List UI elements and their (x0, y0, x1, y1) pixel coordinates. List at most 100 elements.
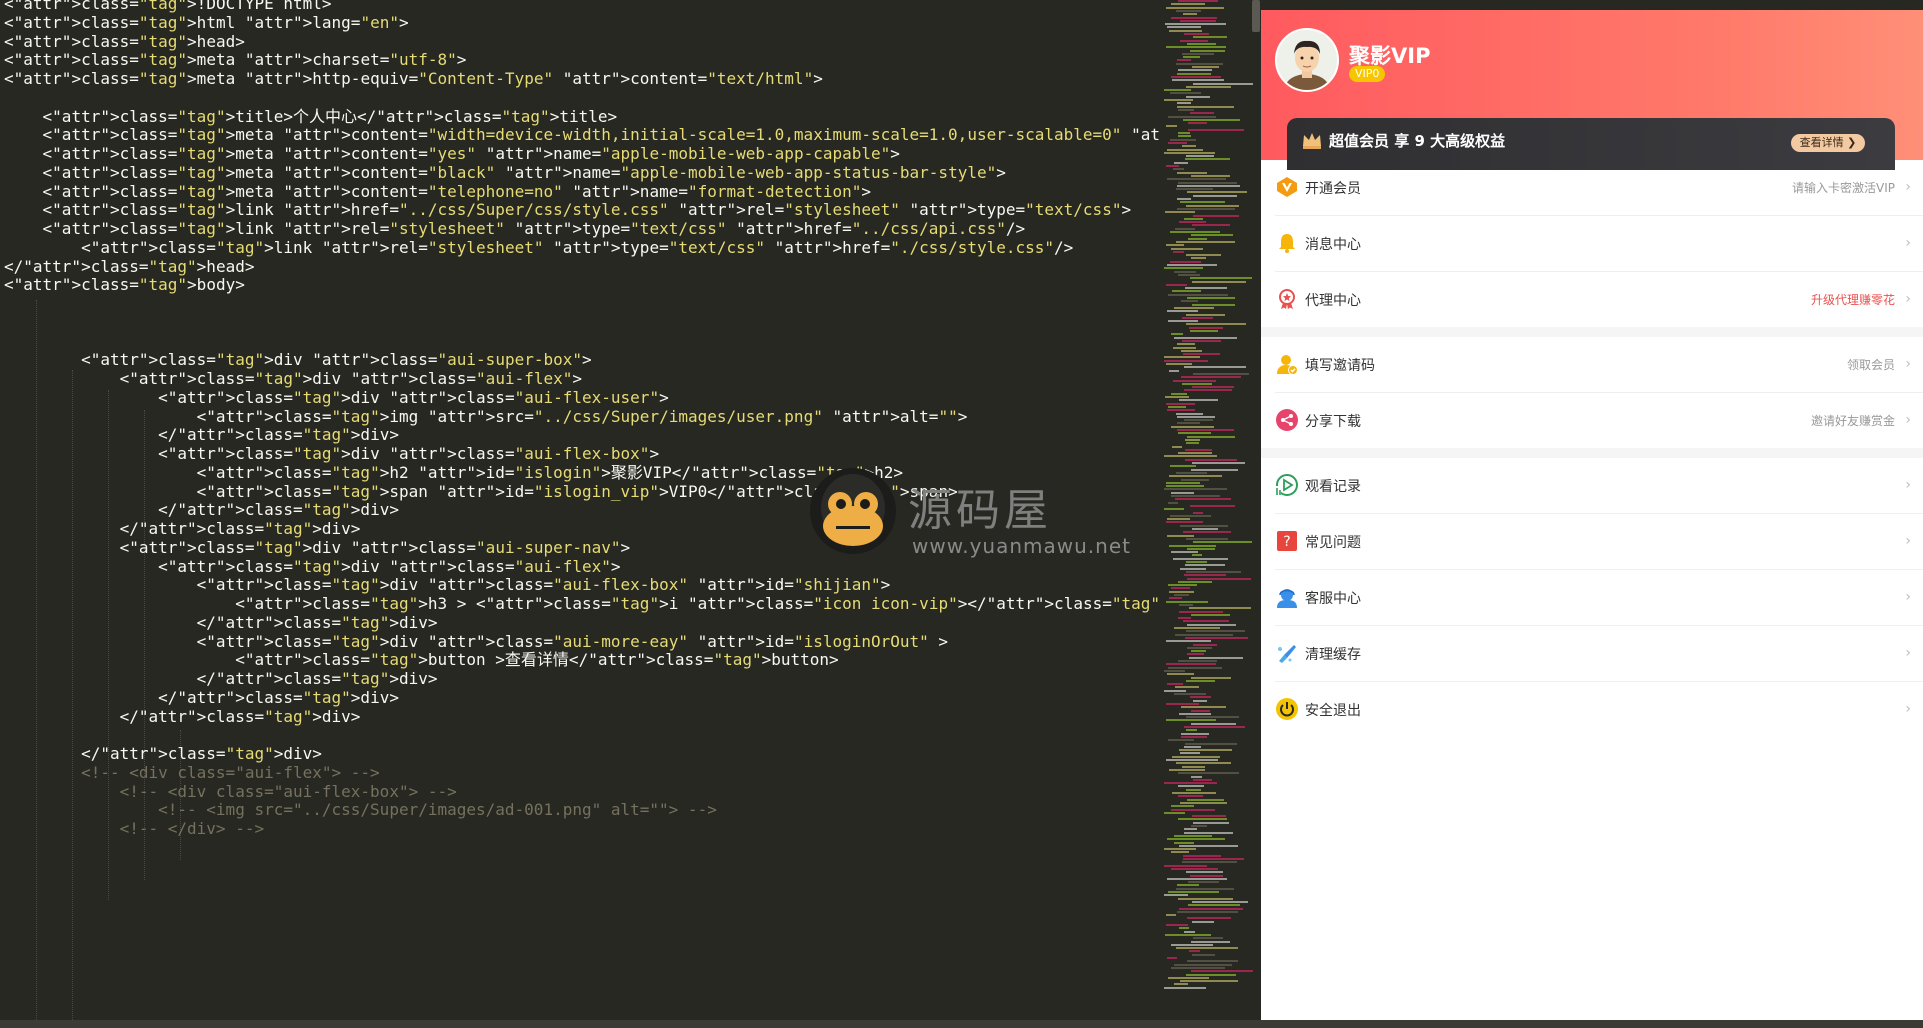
menu-item-faq[interactable]: ? 常见问题 › (1275, 514, 1923, 570)
minimap-line (1192, 303, 1235, 306)
minimap-line (1173, 379, 1216, 382)
minimap-line (1178, 795, 1203, 798)
minimap-line (1185, 564, 1225, 567)
avatar[interactable] (1275, 28, 1339, 92)
menu-item-history[interactable]: 观看记录 › (1275, 458, 1923, 514)
minimap-line (1166, 914, 1176, 917)
minimap-line (1167, 673, 1194, 676)
minimap-line (1193, 372, 1249, 375)
minimap-line (1168, 501, 1178, 504)
menu-item-share[interactable]: 分享下载 邀请好友赚赏金 › (1275, 393, 1923, 448)
minimap-line (1164, 782, 1217, 785)
menu-item-open-vip[interactable]: 开通会员 请输入卡密激活VIP › (1275, 160, 1923, 216)
minimap-line (1187, 435, 1235, 438)
minimap-line (1183, 858, 1244, 860)
minimap-line (1164, 894, 1188, 897)
minimap-line (1164, 986, 1206, 989)
minimap-line (1189, 607, 1251, 610)
minimap-line (1164, 151, 1215, 154)
minimap-line (1166, 46, 1226, 49)
minimap-line (1169, 768, 1205, 771)
minimap-line (1167, 534, 1194, 537)
code-line[interactable]: <!-- </div> --> (4, 817, 265, 840)
minimap-line (1183, 854, 1221, 857)
minimap-line (1186, 204, 1239, 207)
minimap-line (1164, 669, 1185, 672)
chevron-right-icon: › (1905, 356, 1911, 372)
code-line[interactable]: <"attr">class="tag">body> (4, 273, 245, 296)
minimap-line (1192, 900, 1248, 903)
minimap-line (1171, 16, 1217, 19)
minimap-line (1191, 970, 1253, 973)
minimap-line (1193, 821, 1229, 824)
minimap-line (1193, 643, 1217, 646)
minimap-line (1177, 343, 1195, 346)
minimap-line (1184, 930, 1195, 933)
minimap-line (1185, 287, 1227, 290)
minimap-line (1178, 69, 1212, 72)
minimap-line (1168, 584, 1197, 587)
minimap-line (1178, 135, 1191, 138)
minimap-line (1178, 273, 1200, 276)
menu-item-label: 安全退出 (1305, 703, 1361, 719)
minimap-line (1168, 405, 1186, 408)
minimap-line (1174, 693, 1206, 695)
minimap-line (1171, 587, 1190, 590)
view-details-button[interactable]: 查看详情 ❯ (1791, 134, 1865, 152)
minimap-line (1164, 89, 1191, 92)
minimap-line (1167, 683, 1183, 686)
mobile-preview: 聚影VIP VIP0 超值会员 享 9 大高级权益 查看详情 ❯ 开通会员 请输入… (1261, 10, 1923, 1020)
minimap-line (1193, 937, 1223, 940)
minimap-line (1168, 739, 1194, 742)
minimap-line (1166, 719, 1216, 722)
minimap-line (1167, 148, 1203, 151)
minimap-line (1180, 980, 1238, 983)
menu-item-clear-cache[interactable]: 清理缓存 › (1275, 626, 1923, 682)
minimap-line (1166, 759, 1218, 761)
minimap-line (1183, 56, 1200, 59)
chevron-right-icon: › (1905, 533, 1911, 549)
minimap-line (1164, 848, 1196, 851)
menu-item-agent[interactable]: 代理中心 升级代理赚零花 › (1275, 272, 1923, 327)
minimap-line (1184, 831, 1233, 834)
minimap-line (1179, 927, 1189, 930)
minimap-line (1176, 240, 1235, 243)
minimap-line (1174, 270, 1196, 273)
minimap-line (1175, 227, 1195, 230)
minimap-line (1180, 201, 1225, 204)
minimap-line (1182, 52, 1214, 55)
minimap-line (1187, 653, 1204, 656)
menu-item-invite-code[interactable]: 填写邀请码 领取会员 › (1275, 337, 1923, 393)
menu-item-logout[interactable]: 安全退出 › (1275, 682, 1923, 737)
minimap-line (1166, 165, 1179, 167)
minimap-line (1174, 336, 1237, 339)
minimap-line (1166, 485, 1204, 488)
minimap-line (1167, 264, 1217, 266)
minimap-line (1164, 811, 1185, 814)
minimap-line (1182, 145, 1196, 148)
minimap-line (1184, 574, 1226, 577)
minimap-line (1181, 376, 1241, 379)
code-line[interactable]: </"attr">class="tag">div> (4, 705, 361, 728)
minimap-line (1176, 762, 1231, 765)
menu-item-label: 填写邀请码 (1305, 358, 1375, 374)
menu-item-service[interactable]: 客服中心 › (1275, 570, 1923, 626)
minimap-line (1177, 422, 1200, 425)
minimap-line (1189, 950, 1200, 953)
minimap-line (1174, 963, 1232, 966)
minimap-line (1193, 82, 1253, 85)
minimap-line (1164, 267, 1203, 270)
minimap-line (1170, 92, 1201, 95)
watermark-monkey-icon (808, 466, 898, 556)
minimap-line (1178, 818, 1227, 821)
minimap-line (1165, 23, 1226, 26)
menu-item-messages[interactable]: 消息中心 › (1275, 216, 1923, 272)
code-minimap[interactable] (1160, 0, 1260, 1028)
minimap-line (1170, 231, 1220, 233)
editor-scrollbar[interactable] (1252, 0, 1260, 32)
minimap-line (1181, 349, 1202, 352)
support-icon (1275, 585, 1299, 609)
code-line[interactable]: <"attr">class="tag">meta "attr">http-equ… (4, 67, 823, 90)
minimap-line (1193, 699, 1207, 702)
minimap-line (1171, 425, 1214, 428)
